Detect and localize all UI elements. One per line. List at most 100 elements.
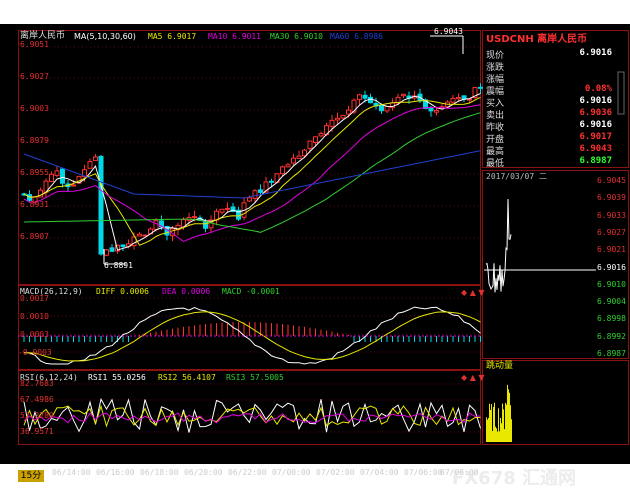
quote-row: 现价 6.9016 [486, 48, 628, 61]
diff-line [23, 306, 481, 365]
candle-body [285, 164, 291, 168]
volume-bar [501, 423, 502, 442]
volume-bar [490, 409, 491, 442]
panel-controls-macd: ◆ ▲ ▼ [461, 288, 485, 297]
main-panel-border [18, 30, 481, 285]
candle-body [291, 157, 296, 164]
intraday-y-tick: 6.9021 [597, 245, 626, 255]
candle-body [434, 109, 439, 113]
quote-value: 6.8987 [579, 156, 612, 166]
candle-body [120, 244, 126, 247]
candle-body [214, 210, 219, 221]
time-tick: 07/02:00 [316, 468, 355, 477]
volume-bar [486, 417, 487, 442]
macd-y-tick: 0.0010 [20, 312, 49, 321]
intraday-date: 2017/03/07 二 [486, 172, 547, 181]
intraday-y-tick: 6.9033 [597, 210, 626, 220]
candle-body [49, 173, 54, 182]
candle-body [219, 208, 225, 213]
candle-body [104, 249, 109, 256]
candle-body [368, 96, 373, 104]
rsi1-value: RSI1 55.0256 [88, 373, 146, 382]
quote-value: 6.9016 [579, 48, 612, 58]
candle-body [109, 247, 115, 252]
y-tick: 6.8907 [20, 232, 49, 241]
low-annotation: 6.8891 [104, 261, 133, 270]
candle-body [340, 114, 346, 119]
ma30-value: MA30 6.9010 [270, 32, 323, 41]
intraday-y-tick: 6.9004 [597, 297, 626, 307]
candle-body [318, 133, 324, 137]
volume-bar [499, 431, 500, 442]
panel-controls-rsi: ◆ ▲ ▼ [461, 373, 485, 382]
candle-body [269, 180, 274, 183]
quote-row: 涨跌 [486, 60, 628, 73]
ma-params: MA(5,10,30,60) [74, 32, 136, 41]
volume-bar [488, 417, 489, 442]
quote-value: 6.9017 [579, 132, 612, 142]
time-tick: 06/22:00 [228, 468, 267, 477]
candle-body [384, 105, 390, 112]
volume-bar [492, 430, 493, 442]
macd-y-tick: 0.0017 [20, 294, 49, 303]
time-tick: 06/20:00 [184, 468, 223, 477]
candle-body [98, 155, 104, 255]
quote-row: 开盘 6.9017 [486, 132, 628, 145]
quote-key: 最低 [486, 159, 505, 169]
candle-body [329, 119, 335, 127]
quote-value: 0.08% [584, 84, 612, 94]
quote-value: 6.9043 [579, 144, 612, 154]
candle-body [137, 233, 142, 237]
rsi-y-tick: 52.2289 [20, 411, 54, 420]
interval-selector[interactable]: 15分 [18, 470, 44, 482]
time-tick: 07/00:00 [272, 468, 311, 477]
volume-bar [508, 389, 509, 442]
quote-row: 最低 6.8987 [486, 156, 628, 169]
intraday-y-tick: 6.9016 [597, 262, 626, 272]
ma60-line [23, 112, 481, 233]
volume-label: 跳动量 [486, 361, 514, 371]
candle-body [379, 104, 384, 112]
macd-y-tick: 0.0003 [20, 330, 49, 339]
rsi-y-tick: 82.7683 [20, 379, 54, 388]
volume-bar [509, 392, 510, 442]
candle-body [450, 97, 456, 103]
candle-body [60, 168, 65, 184]
candle-body [258, 189, 263, 193]
y-tick: 6.8979 [20, 136, 49, 145]
time-tick: 07/06:00 [404, 468, 443, 477]
candle-body [296, 155, 302, 159]
time-tick: 06/14:00 [52, 468, 91, 477]
rsi2-value: RSI2 56.4107 [158, 373, 216, 382]
time-tick: 07/04:00 [360, 468, 399, 477]
candle-body [346, 109, 351, 115]
volume-bar [506, 404, 507, 442]
ma60-value: MA60 6.8986 [330, 32, 383, 41]
candle-body [478, 86, 483, 89]
volume-bar [503, 409, 504, 442]
intraday-y-tick: 6.9027 [597, 227, 626, 237]
intraday-y-tick: 6.8992 [597, 331, 626, 341]
candle-body [456, 96, 461, 100]
candle-body [247, 197, 252, 202]
volume-bar [494, 402, 495, 442]
y-tick: 6.8955 [20, 168, 49, 177]
candle-body [192, 216, 197, 219]
candle-body [252, 190, 258, 199]
dea-value: DEA 0.0006 [162, 287, 211, 296]
quote-row: 震幅 0.08% [486, 84, 628, 97]
long-ma-line [23, 150, 481, 199]
quote-value: 6.9016 [579, 120, 612, 130]
quote-row: 最高 6.9043 [486, 144, 628, 157]
volume-bar [487, 419, 488, 442]
quote-title: USDCNH 离岸人民币 [486, 34, 588, 45]
volume-bar [493, 407, 494, 442]
volume-bar [510, 405, 511, 442]
candle-body [87, 160, 93, 169]
tick-volume-bars [486, 384, 512, 442]
intraday-y-tick: 6.8987 [597, 349, 626, 358]
volume-bar [505, 402, 506, 442]
chart-window: ◆ ▲ ▼ ◆ ▲ ▼ 离岸人民币 MA(5,10,30,60) MA5 6.9… [0, 24, 630, 489]
candle-body [357, 94, 362, 100]
ma5-value: MA5 6.9017 [148, 32, 197, 41]
